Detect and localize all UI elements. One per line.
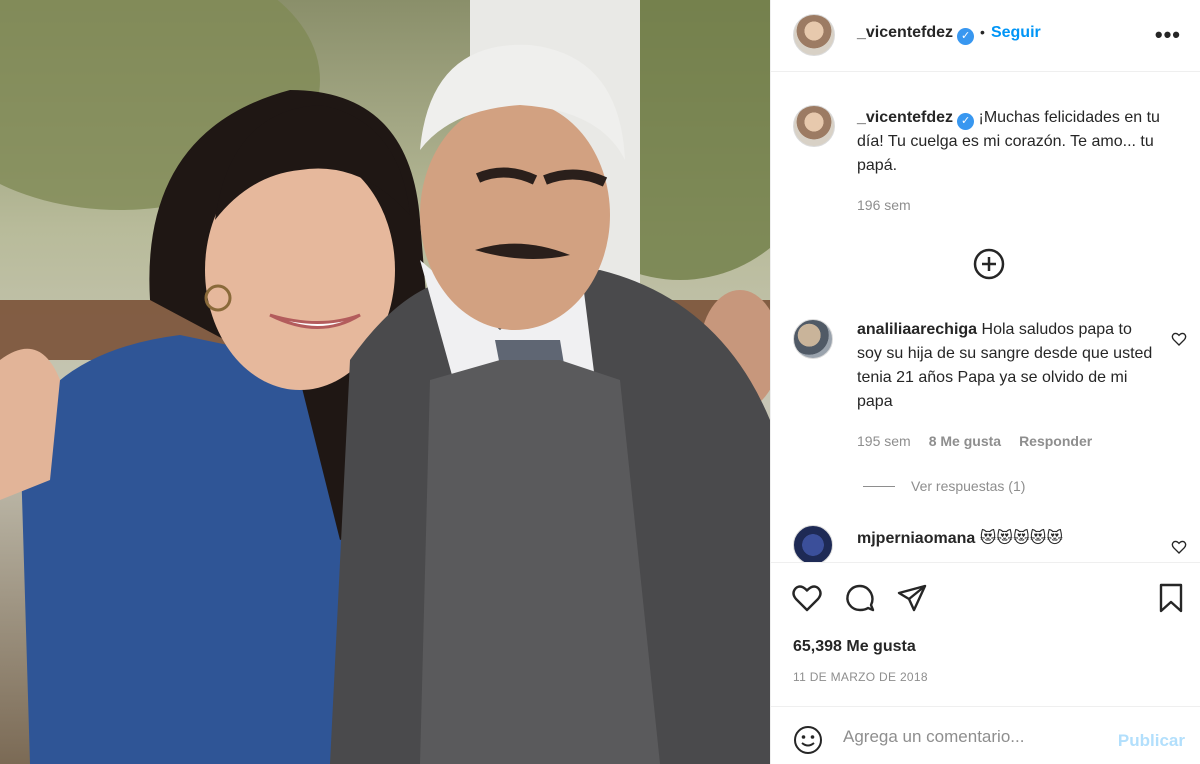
verified-icon: ✓	[957, 28, 975, 45]
follow-button[interactable]: Seguir	[991, 24, 1041, 41]
caption-time: 196 sem	[857, 197, 911, 213]
comment-item: mjperniaomana 😻😻😻😻😻	[857, 527, 1157, 551]
verified-icon: ✓	[957, 113, 975, 130]
emoji-icon[interactable]	[793, 725, 823, 755]
comment-like-heart-icon[interactable]	[1171, 539, 1187, 555]
comment-text: 😻😻😻😻😻	[979, 530, 1064, 547]
post-photo[interactable]	[0, 0, 770, 764]
photo-illustration	[0, 0, 770, 764]
replies-divider	[863, 486, 895, 487]
comment-username[interactable]: mjperniaomana	[857, 530, 975, 547]
share-icon[interactable]	[896, 582, 928, 614]
commenter-avatar[interactable]	[793, 525, 833, 562]
heart-icon[interactable]	[791, 582, 823, 614]
author-line: _vicentefdez ✓ • Seguir	[857, 24, 1041, 45]
comment-username[interactable]: analiliaarechiga	[857, 321, 977, 338]
comments-list[interactable]: _vicentefdez ✓ ¡Muchas felicidades en tu …	[771, 73, 1200, 562]
bookmark-icon[interactable]	[1155, 582, 1187, 614]
reply-button[interactable]: Responder	[1019, 433, 1092, 449]
comment-meta: 195 sem 8 Me gusta Responder	[857, 433, 1092, 449]
comment-likes[interactable]: 8 Me gusta	[929, 433, 1001, 449]
author-avatar[interactable]	[793, 14, 835, 56]
caption-avatar[interactable]	[793, 105, 835, 147]
plus-circle-icon[interactable]	[973, 248, 1005, 280]
post-panel: _vicentefdez ✓ • Seguir ••• _vicentefdez ✓ ¡…	[770, 0, 1200, 764]
commenter-avatar[interactable]	[793, 319, 833, 359]
post-date: 11 DE MARZO DE 2018	[793, 670, 928, 684]
more-options-icon[interactable]: •••	[1155, 22, 1181, 48]
caption: _vicentefdez ✓ ¡Muchas felicidades en tu …	[857, 106, 1187, 178]
view-replies-label: Ver respuestas (1)	[911, 478, 1026, 494]
post-header: _vicentefdez ✓ • Seguir •••	[771, 0, 1200, 72]
post-actions: 65,398 Me gusta 11 DE MARZO DE 2018	[771, 562, 1200, 706]
publish-button[interactable]: Publicar	[1118, 731, 1185, 751]
comment-item: analiliaarechiga Hola saludos papa to so…	[857, 318, 1157, 414]
author-username[interactable]: _vicentefdez	[857, 24, 953, 41]
view-replies-button[interactable]: Ver respuestas (1)	[863, 478, 1025, 494]
comment-like-heart-icon[interactable]	[1171, 331, 1187, 347]
caption-username[interactable]: _vicentefdez	[857, 109, 953, 126]
comment-input[interactable]	[843, 725, 1093, 749]
like-count[interactable]: 65,398 Me gusta	[793, 638, 916, 656]
separator-dot: •	[980, 24, 985, 40]
comment-time: 195 sem	[857, 433, 911, 449]
comment-icon[interactable]	[844, 582, 876, 614]
comment-composer: Publicar	[771, 706, 1200, 764]
